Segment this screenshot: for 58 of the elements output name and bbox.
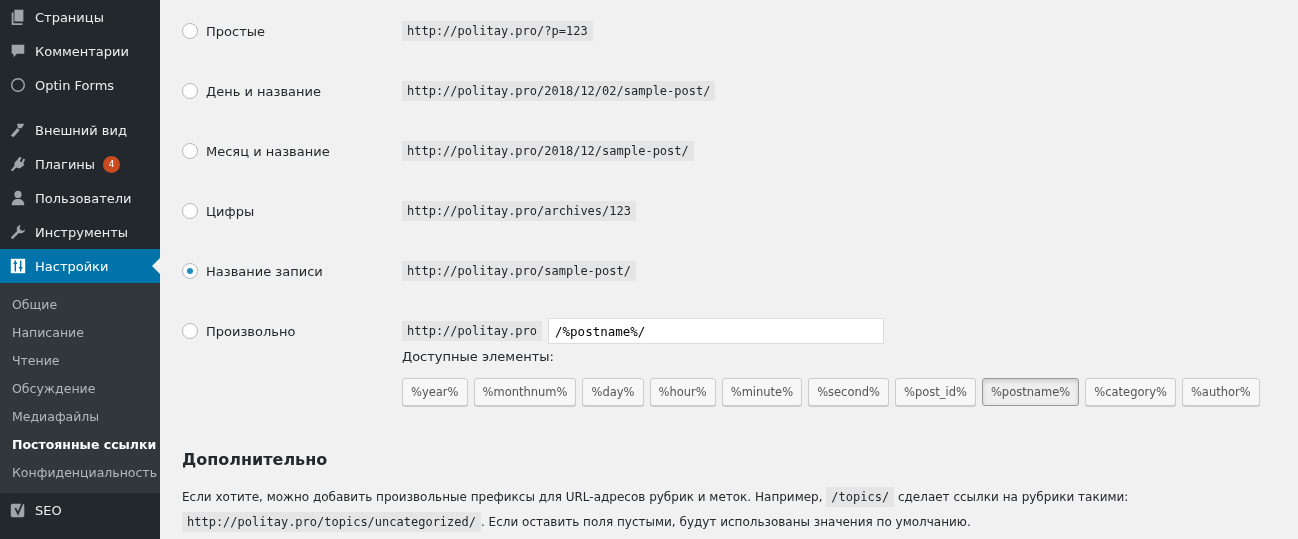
submenu-item[interactable]: Постоянные ссылки	[0, 430, 160, 458]
option-label: Месяц и название	[206, 143, 330, 159]
option-label: Произвольно	[206, 323, 296, 339]
url-example: http://politay.pro/2018/12/sample-post/	[402, 141, 694, 161]
plug-icon	[9, 155, 27, 173]
submenu-item[interactable]: Общие	[0, 290, 160, 318]
option-label: День и название	[206, 83, 321, 99]
structure-field[interactable]: /%postname%/	[548, 318, 885, 344]
sidebar-item[interactable]: Страницы	[0, 0, 160, 34]
tag-button[interactable]: %postname%	[981, 378, 1080, 406]
code-snippet: http://politay.pro/topics/uncategorized/	[182, 512, 481, 532]
url-example: http://politay.pro/2018/12/02/sample-post/	[402, 81, 716, 101]
url-example: http://politay.pro	[402, 321, 543, 341]
seo-logo-icon	[9, 501, 27, 519]
option-label: Цифры	[206, 203, 255, 219]
radio-button[interactable]	[182, 83, 198, 99]
tag-button[interactable]: %post_id%	[895, 378, 976, 406]
radio-button[interactable]	[182, 323, 198, 339]
sidebar-item[interactable]: Optin Forms	[0, 68, 160, 102]
sidebar-item[interactable]: Плагины 4	[0, 147, 160, 181]
option-label: Простые	[206, 23, 265, 39]
tag-button[interactable]: %minute%	[721, 378, 803, 406]
sidebar-item[interactable]: Пользователи	[0, 181, 160, 215]
url-example: http://politay.pro/archives/123	[402, 201, 636, 221]
sidebar-item[interactable]: Инструменты	[0, 215, 160, 249]
code-snippet: /topics/	[826, 487, 895, 507]
radio-button[interactable]	[182, 143, 198, 159]
url-example: http://politay.pro/?p=123	[402, 21, 593, 41]
tag-button[interactable]: %second%	[808, 378, 889, 406]
section-heading: Дополнительно	[182, 450, 329, 469]
submenu-item[interactable]: Чтение	[0, 346, 160, 374]
user-icon	[9, 189, 27, 207]
tag-button[interactable]: %year%	[402, 378, 468, 406]
sliders-icon	[9, 257, 27, 275]
circle-icon	[9, 76, 27, 94]
sidebar-item[interactable]: Комментарии	[0, 34, 160, 68]
tag-button[interactable]: %category%	[1085, 378, 1176, 406]
submenu-item[interactable]: Написание	[0, 318, 160, 346]
sidebar-item[interactable]: SEO	[0, 493, 160, 527]
tag-button[interactable]: %author%	[1181, 378, 1260, 406]
count-badge: 4	[103, 155, 121, 173]
sidebar-item[interactable]: Внешний вид	[0, 113, 160, 147]
submenu-item[interactable]: Медиафайлы	[0, 402, 160, 430]
sidebar-item[interactable]: Настройки	[0, 249, 160, 283]
description-text: Если хотите, можно добавить произвольные префиксы для URL-адресов рубрик и меток. Например, /topics/ сделает ссылки на рубрики такими: http://politay.pro/topics/uncategorized/ . Если оставить поля пустыми, будут использованы значения по умолчанию.	[182, 485, 1282, 535]
wrench-icon	[9, 223, 27, 241]
tag-button[interactable]: %day%	[582, 378, 644, 406]
radio-button[interactable]	[182, 263, 198, 279]
brush-icon	[9, 121, 27, 139]
option-label: Название записи	[206, 263, 323, 279]
url-example: http://politay.pro/sample-post/	[402, 261, 636, 281]
submenu-item[interactable]: Обсуждение	[0, 374, 160, 402]
radio-button[interactable]	[182, 23, 198, 39]
available-tags-label: Доступные элементы:	[402, 349, 555, 364]
tag-button[interactable]: %hour%	[649, 378, 716, 406]
tag-button[interactable]: %monthnum%	[473, 378, 577, 406]
radio-button[interactable]	[182, 203, 198, 219]
submenu-item[interactable]: Конфиденциальность	[0, 458, 160, 486]
